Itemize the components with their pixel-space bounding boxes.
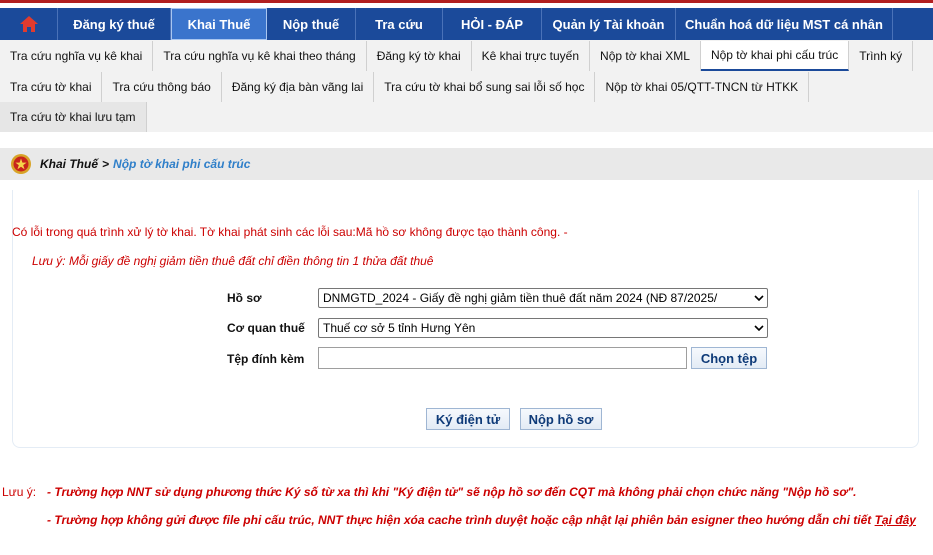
sub-item-tra-cuu-nghia-vu[interactable]: Tra cứu nghĩa vụ kê khai (0, 41, 154, 71)
nav-item-tra-cuu[interactable]: Tra cứu (356, 8, 443, 40)
sub-item-tra-cuu-to-khai[interactable]: Tra cứu tờ khai (0, 72, 103, 102)
chevron-down-icon (751, 319, 767, 337)
footer-label: Lưu ý: (2, 485, 37, 499)
nav-item-dang-ky-thue[interactable]: Đăng ký thuế (58, 8, 171, 40)
chevron-down-icon (751, 289, 767, 307)
note-message: Lưu ý: Mỗi giấy đề nghị giảm tiền thuê đ… (32, 254, 434, 268)
footer-note-2-text: - Trường hợp không gửi được file phi cấu… (47, 513, 872, 527)
error-message: Có lỗi trong quá trình xử lý tờ khai. Tờ… (12, 225, 568, 239)
sub-item-dang-ky-dia-ban[interactable]: Đăng ký địa bàn vãng lai (221, 72, 375, 102)
breadcrumb-root[interactable]: Khai Thuế (40, 157, 98, 171)
top-strip (0, 0, 933, 6)
breadcrumb: Khai Thuế > Nộp tờ khai phi cấu trúc (0, 148, 933, 180)
sub-navigation: Tra cứu nghĩa vụ kê khai Tra cứu nghĩa v… (0, 40, 933, 132)
co-quan-thue-value: Thuế cơ sở 5 tỉnh Hưng Yên (323, 321, 476, 335)
nav-item-chuan-hoa-mst[interactable]: Chuẩn hoá dữ liệu MST cá nhân (676, 8, 893, 40)
ho-so-select[interactable]: DNMGTD_2024 - Giấy đề nghị giảm tiền thu… (318, 288, 768, 308)
submit-button[interactable]: Nộp hồ sơ (520, 408, 602, 430)
ho-so-value: DNMGTD_2024 - Giấy đề nghị giảm tiền thu… (323, 291, 718, 305)
ho-so-label: Hồ sơ (227, 291, 262, 305)
top-navigation: Đăng ký thuế Khai Thuế Nộp thuế Tra cứu … (0, 8, 933, 40)
sub-item-tra-cuu-thong-bao[interactable]: Tra cứu thông báo (102, 72, 222, 102)
sub-item-nop-to-khai-phi-cau-truc[interactable]: Nộp tờ khai phi cấu trúc (700, 41, 850, 71)
footer-note-2: - Trường hợp không gửi được file phi cấu… (47, 513, 916, 527)
file-path-field[interactable] (318, 347, 687, 369)
emblem-icon (11, 154, 31, 174)
footer-note-1: - Trường hợp NNT sử dụng phương thức Ký … (47, 485, 856, 499)
co-quan-thue-select[interactable]: Thuế cơ sở 5 tỉnh Hưng Yên (318, 318, 768, 338)
breadcrumb-current: Nộp tờ khai phi cấu trúc (113, 157, 251, 171)
home-button[interactable] (0, 8, 58, 40)
nav-item-quan-ly-tai-khoan[interactable]: Quản lý Tài khoản (542, 8, 676, 40)
home-icon (19, 16, 38, 32)
sub-nav-row-3: Tra cứu tờ khai lưu tạm (0, 102, 147, 132)
sub-item-ke-khai-truc-tuyen[interactable]: Kê khai trực tuyến (471, 41, 591, 71)
co-quan-thue-label: Cơ quan thuế (227, 321, 305, 335)
breadcrumb-separator: > (102, 157, 110, 171)
sub-item-dang-ky-to-khai[interactable]: Đăng ký tờ khai (366, 41, 472, 71)
sub-item-tra-cuu-luu-tam[interactable]: Tra cứu tờ khai lưu tạm (0, 102, 147, 132)
sub-item-tra-cuu-bo-sung[interactable]: Tra cứu tờ khai bổ sung sai lỗi số học (374, 72, 596, 102)
nav-item-hoi-dap[interactable]: HỎI - ĐÁP (443, 8, 542, 40)
sub-item-tra-cuu-nghia-vu-thang[interactable]: Tra cứu nghĩa vụ kê khai theo tháng (153, 41, 367, 71)
footer-help-link[interactable]: Tại đây (875, 513, 916, 527)
tep-dinh-kem-label: Tệp đính kèm (227, 352, 305, 366)
nav-item-nop-thue[interactable]: Nộp thuế (267, 8, 356, 40)
choose-file-button[interactable]: Chọn tệp (691, 347, 767, 369)
nav-item-khai-thue[interactable]: Khai Thuế (171, 8, 267, 40)
sub-item-trinh-ky[interactable]: Trình ký (849, 41, 914, 71)
footer-note-1-text: - Trường hợp NNT sử dụng phương thức Ký … (47, 485, 857, 499)
sub-item-nop-05-qtt[interactable]: Nộp tờ khai 05/QTT-TNCN từ HTKK (595, 72, 810, 102)
sub-nav-row-1: Tra cứu nghĩa vụ kê khai Tra cứu nghĩa v… (0, 41, 914, 71)
sub-item-nop-to-khai-xml[interactable]: Nộp tờ khai XML (590, 41, 701, 71)
sign-button[interactable]: Ký điện tử (426, 408, 510, 430)
sub-nav-row-2: Tra cứu tờ khai Tra cứu thông báo Đăng k… (0, 72, 810, 102)
